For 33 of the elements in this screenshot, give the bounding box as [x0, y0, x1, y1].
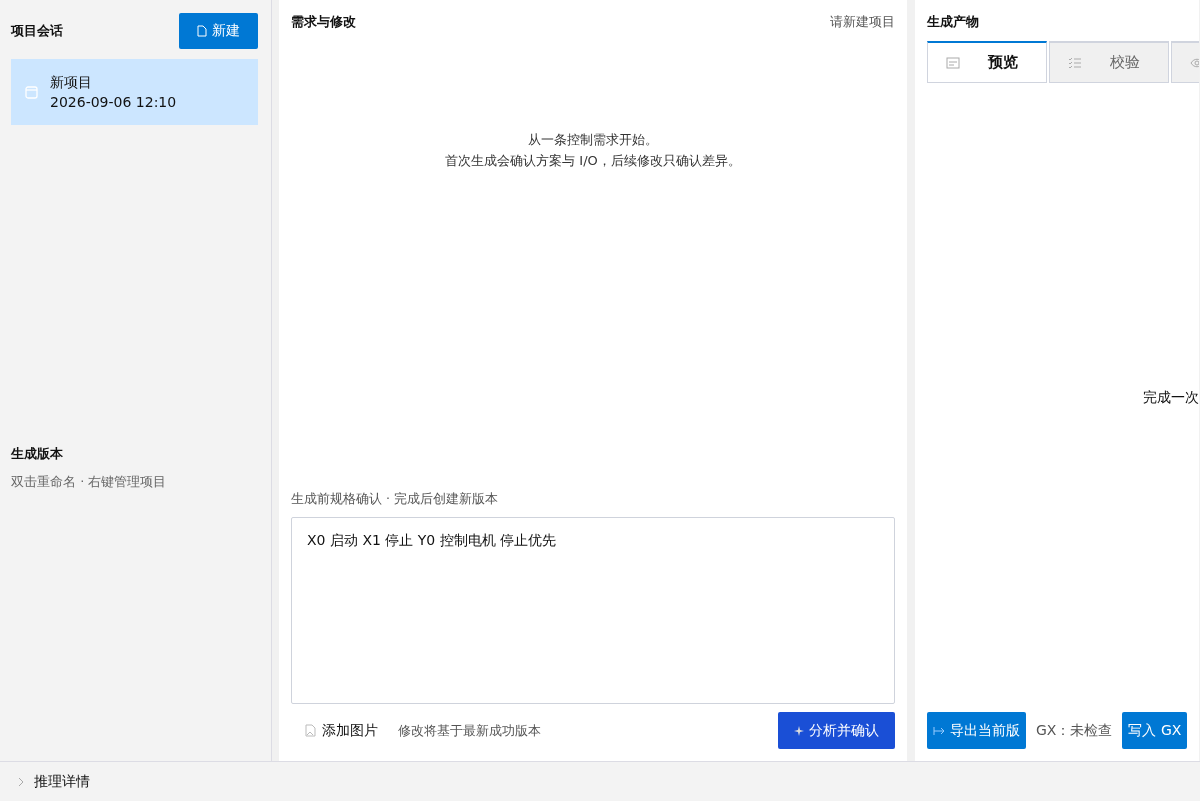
window-icon — [25, 85, 38, 99]
empty-message: 首次生成会确认方案与 I/O，后续修改只确认差异。 — [445, 152, 741, 170]
session-time: 2026-09-06 12:10 — [50, 93, 177, 112]
export-icon — [933, 725, 945, 736]
input-label: 生成前规格确认 · 完成后创建新版本 — [291, 491, 499, 508]
image-file-icon — [305, 724, 316, 737]
panel-title: 需求与修改 — [291, 13, 356, 31]
details-toggle[interactable]: 推理详情 — [18, 772, 90, 791]
add-image-button[interactable]: 添加图片 — [291, 721, 378, 740]
session-item[interactable]: 新项目 2026-09-06 12:10 — [11, 59, 258, 125]
panel-title: 生成产物 — [927, 13, 980, 31]
status-text: 请新建项目 — [830, 13, 895, 31]
gx-status: GX：未检查 — [1036, 721, 1113, 740]
analyze-button[interactable]: 分析并确认 — [778, 712, 895, 749]
new-button[interactable]: 新建 — [179, 13, 258, 49]
chevron-icon — [18, 776, 24, 787]
section-title: 项目会话 — [11, 22, 63, 40]
export-button[interactable]: 导出当前版 — [927, 712, 1026, 749]
write-button[interactable]: 写入 GX — [1122, 712, 1188, 749]
requirement-input[interactable]: X0 启动 X1 停止 Y0 控制电机 停止优先 — [291, 517, 895, 704]
hint-text: 修改将基于最新成功版本 — [398, 721, 542, 740]
checklist-icon — [1068, 56, 1082, 69]
file-icon — [197, 25, 207, 37]
card-icon — [946, 56, 960, 69]
tab[interactable] — [1171, 41, 1199, 83]
section-title: 生成版本 — [11, 445, 64, 463]
empty-message: 完成一次 — [1143, 388, 1199, 407]
sparkle-icon — [794, 725, 804, 736]
empty-message: 从一条控制需求开始。 — [528, 131, 658, 149]
tab[interactable]: 预览 — [927, 41, 1047, 83]
tab[interactable]: 校验 — [1049, 41, 1169, 83]
hint-text: 双击重命名 · 右键管理项目 — [11, 473, 168, 491]
session-name: 新项目 — [50, 73, 93, 92]
